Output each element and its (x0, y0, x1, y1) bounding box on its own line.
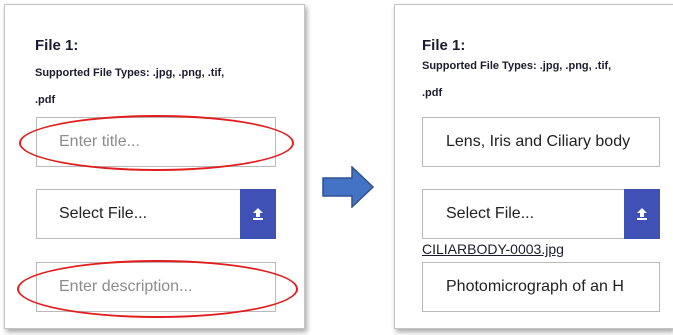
supported-types-line-1: Supported File Types: .jpg, .png, .tif, (422, 60, 612, 72)
supported-types-line-1: Supported File Types: .jpg, .png, .tif, (35, 67, 225, 79)
select-file-field[interactable]: Select File... (36, 189, 242, 239)
select-file-label: Select File... (446, 205, 535, 222)
select-file-label: Select File... (59, 205, 148, 222)
file-heading: File 1: (35, 37, 79, 54)
supported-types-line-2: .pdf (422, 87, 443, 99)
file-upload-panel-after: File 1: Supported File Types: .jpg, .png… (394, 4, 673, 329)
selected-file-name[interactable]: CILIARBODY-0003.jpg (422, 241, 564, 257)
supported-types-line-2: .pdf (35, 94, 56, 106)
highlight-circle-title (19, 115, 294, 171)
file-heading: File 1: (422, 37, 466, 54)
description-input[interactable]: Photomicrograph of an H (422, 262, 660, 312)
highlight-circle-description (17, 260, 298, 318)
right-arrow-icon (322, 166, 374, 208)
select-file-field[interactable]: Select File... (422, 189, 626, 239)
upload-icon (253, 208, 263, 220)
description-value: Photomicrograph of an H (446, 278, 624, 295)
title-input[interactable]: Lens, Iris and Ciliary body (422, 117, 660, 167)
file-upload-panel-before: File 1: Supported File Types: .jpg, .png… (4, 4, 305, 329)
title-value: Lens, Iris and Ciliary body (446, 133, 631, 150)
upload-button[interactable] (240, 189, 276, 239)
upload-button[interactable] (624, 189, 660, 239)
upload-icon (637, 208, 647, 220)
